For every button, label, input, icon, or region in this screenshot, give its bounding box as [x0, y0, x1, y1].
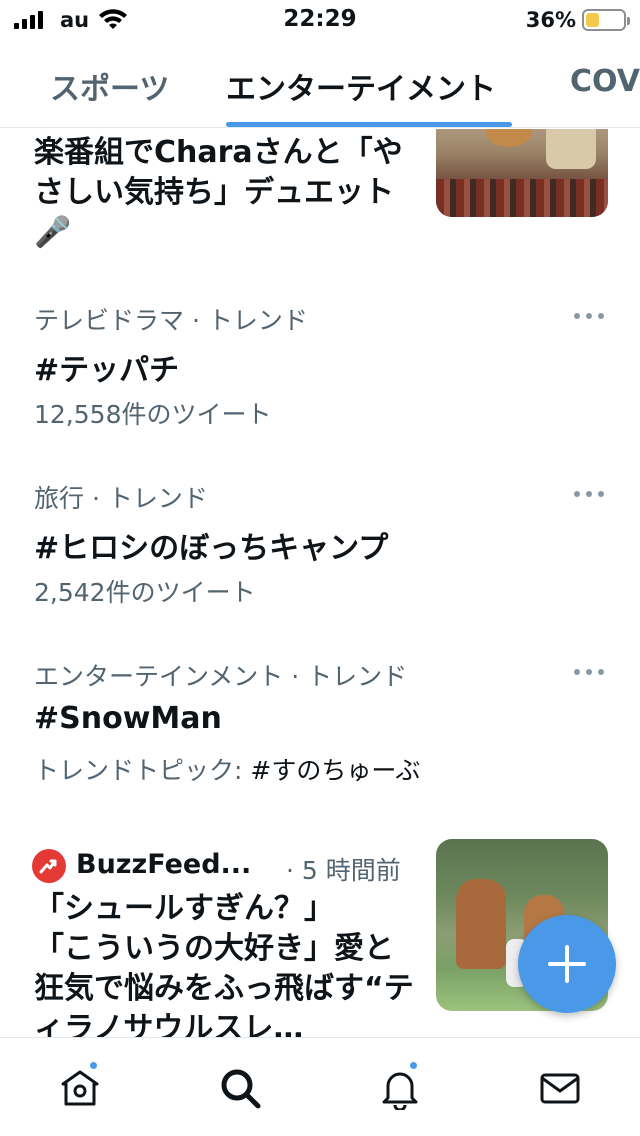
news-source: BuzzFeed... — [76, 849, 252, 880]
compose-tweet-button[interactable] — [518, 915, 616, 1013]
notification-badge — [88, 1060, 99, 1071]
search-icon — [221, 1069, 261, 1109]
trend-tweet-count: 2,542件のツイート — [34, 578, 256, 607]
bell-icon — [382, 1072, 418, 1110]
trend-context: エンターテインメント · トレンド — [34, 662, 408, 691]
buzzfeed-logo-icon — [32, 849, 66, 883]
mail-icon — [540, 1073, 580, 1104]
messages-tab[interactable] — [538, 1066, 582, 1110]
trend-item[interactable]: テレビドラマ · トレンド #テッパチ 12,558件のツイート — [0, 301, 640, 451]
tab-sports[interactable]: スポーツ — [50, 64, 169, 108]
explore-feed[interactable]: 楽番組でCharaさんと「やさしい気持ち」デュエット🎤 テレビドラマ · トレン… — [0, 129, 640, 1037]
bottom-tab-bar — [0, 1037, 640, 1136]
battery-icon — [582, 9, 630, 31]
news-headline: 「シュールすぎん？」 「こういうの大好き」愛と狂気で悩みをふっ飛ばす“ティラノサ… — [34, 891, 414, 1037]
tab-entertainment[interactable]: エンターテイメント — [226, 64, 496, 108]
plus-icon — [548, 945, 586, 983]
more-options-icon[interactable] — [574, 669, 604, 677]
home-icon — [61, 1070, 99, 1106]
category-tab-bar: スポーツ エンターテイメント COV — [0, 40, 640, 128]
home-tab[interactable] — [58, 1060, 102, 1110]
tab-covid[interactable]: COV — [570, 64, 640, 99]
active-tab-indicator — [226, 122, 512, 127]
more-options-icon[interactable] — [574, 491, 604, 499]
story-headline: 楽番組でCharaさんと「やさしい気持ち」デュエット🎤 — [34, 135, 403, 250]
news-time: · 5 時間前 — [286, 856, 401, 885]
trend-topic: トレンドトピック: #すのちゅーぶ — [34, 751, 420, 787]
search-tab[interactable] — [218, 1066, 262, 1110]
notification-badge — [408, 1060, 419, 1071]
trend-topic-tag: #すのちゅーぶ — [250, 756, 421, 785]
battery-percent: 36% — [525, 8, 576, 32]
trend-name: #ヒロシのぼっちキャンプ — [34, 531, 389, 566]
more-options-icon[interactable] — [574, 313, 604, 321]
trend-topic-prefix: トレンドトピック: — [34, 756, 251, 785]
trend-context: テレビドラマ · トレンド — [34, 306, 308, 335]
story-thumbnail — [436, 129, 608, 217]
battery-fill — [586, 13, 599, 27]
trend-context: 旅行 · トレンド — [34, 484, 208, 513]
trend-item[interactable]: 旅行 · トレンド #ヒロシのぼっちキャンプ 2,542件のツイート — [0, 479, 640, 629]
status-bar: au 22:29 36% — [0, 0, 640, 40]
news-story[interactable]: 楽番組でCharaさんと「やさしい気持ち」デュエット🎤 — [0, 129, 640, 259]
trend-name: #SnowMan — [34, 701, 222, 736]
trend-tweet-count: 12,558件のツイート — [34, 400, 272, 429]
notifications-tab[interactable] — [378, 1060, 422, 1110]
trend-item[interactable]: エンターテインメント · トレンド #SnowMan トレンドトピック: #すの… — [0, 657, 640, 807]
trend-name: #テッパチ — [34, 353, 180, 388]
